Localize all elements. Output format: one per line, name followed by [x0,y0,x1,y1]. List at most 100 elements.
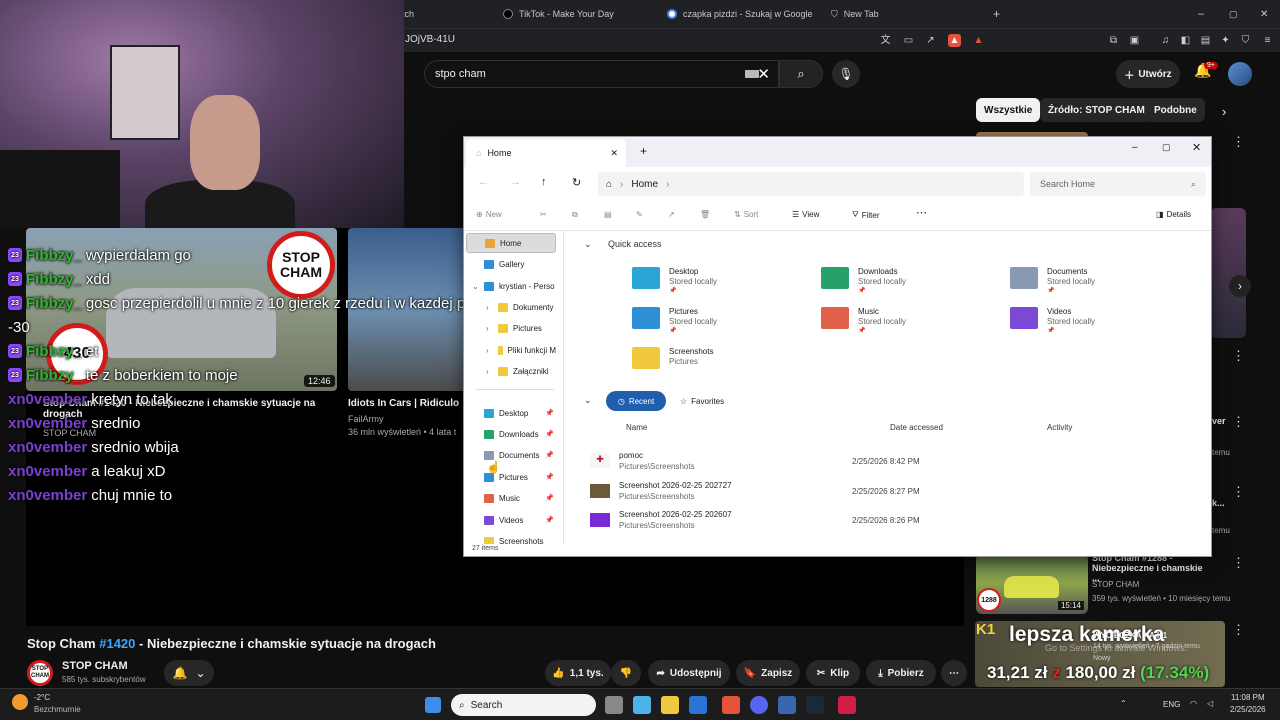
sidebar-item[interactable]: Home [466,233,556,253]
title-hashtag[interactable]: #1420 [99,636,135,651]
close-icon[interactable]: ✕ [1192,141,1201,154]
channel-name[interactable]: STOP CHAM [62,660,128,672]
brave-shield-icon[interactable]: ▲ [948,34,961,47]
chip-source[interactable]: Źródło: STOP CHAM [1040,98,1153,122]
chat-username[interactable]: Fibbzy_ [26,247,82,264]
channel-logo[interactable]: STOP CHAM [27,660,53,686]
screenshot-icon[interactable]: ▣ [1128,34,1141,47]
file-row[interactable]: Screenshot 2026-02-25 202727 Pictures\Scr… [590,479,1180,505]
url-text[interactable]: JOjVB-41U [405,34,455,45]
related-channel[interactable]: STOP CHAM [1092,580,1232,589]
file-row[interactable]: ✚ pomoc Pictures\Screenshots 2/25/2026 8:42… [590,449,1180,475]
music-icon[interactable]: ♫ [1159,34,1172,47]
related-thumbnail[interactable]: 1288 15:14 [976,554,1088,614]
rename-icon[interactable]: ✎ [636,210,643,219]
new-tab-button[interactable]: + [993,4,1000,24]
video-channel[interactable]: FailArmy [348,414,384,424]
quick-access-item[interactable]: Documents Stored locally 📌 [1010,267,1190,297]
forward-icon[interactable]: → [510,176,521,188]
column-activity[interactable]: Activity [1047,423,1072,432]
chat-username[interactable]: Fibbzy_ [26,343,82,360]
chat-username[interactable]: xn0vember [8,439,87,456]
wifi-icon[interactable]: ◠ [1190,699,1197,708]
chat-username[interactable]: xn0vember [8,415,87,432]
up-icon[interactable]: ↑ [541,176,547,188]
new-tab-icon[interactable]: + [640,144,647,158]
minimize-icon[interactable]: – [1198,4,1204,24]
video-title[interactable]: Idiots In Cars | Ridiculo [348,398,459,409]
carousel-next-button[interactable]: › [1229,275,1251,297]
related-title[interactable]: WYCIECZKA NA K1 [1093,631,1167,640]
menu-icon[interactable]: ≡ [1261,34,1274,47]
save-button[interactable]: 🔖 Zapisz [736,660,800,686]
search-value[interactable]: stpo cham [435,68,486,80]
more-icon[interactable]: ⋮ [1232,134,1245,150]
chat-username[interactable]: Fibbzy_ [26,295,82,312]
address-bar[interactable]: JOjVB-41U 文 ▭ ↗ ▲ ▲ ⧉ ▣ ♫ ◧ ▤ ✦ ⛉ ≡ [400,28,1280,52]
quick-access-item[interactable]: Pictures Stored locally 📌 [632,307,812,337]
favorites-tab[interactable]: ☆ Favorites [674,391,740,411]
app-icon[interactable] [778,696,796,714]
rewards-icon[interactable]: ▲ [972,34,985,47]
tab-new-tab[interactable]: ⛉ New Tab [831,4,879,24]
search-input[interactable]: stpo cham ✕ [424,60,779,88]
column-name[interactable]: Name [626,423,647,432]
voice-search-button[interactable]: 🎙 [832,60,860,88]
delete-icon[interactable]: 🗑 [700,210,710,219]
quick-access-item[interactable]: Screenshots Pictures [632,347,812,377]
chevron-up-icon[interactable]: ⌃ [1120,699,1127,708]
more-icon[interactable]: ⋮ [1232,348,1245,364]
language[interactable]: ENG [1163,700,1180,709]
minimize-icon[interactable]: – [1132,142,1138,153]
address-bar[interactable]: ⌂ › Home › [598,172,1024,196]
more-icon[interactable]: ⋯ [916,206,927,219]
weather-temp[interactable]: -2°C [34,693,50,702]
sidebar-item[interactable]: Videos 📌 [466,510,556,530]
related-thumbnail[interactable] [1210,208,1246,338]
tab-tiktok[interactable]: TikTok - Make Your Day [503,4,614,24]
explorer-tab-home[interactable]: ⌂ Home ✕ [466,139,626,167]
sidebar-item[interactable]: › Pliki funkcji M [466,340,556,360]
sidebar-item[interactable]: Documents 📌 [466,445,556,465]
sidebar-item[interactable]: Pictures 📌 [466,467,556,487]
like-button[interactable]: 👍 1,1 tys. [545,660,611,686]
tab-google[interactable]: czapka pizdzi - Szukaj w Google [667,4,813,24]
clock-time[interactable]: 11:08 PM [1231,693,1265,702]
discord-icon[interactable] [750,696,768,714]
chevron-right-icon[interactable]: › [486,324,489,333]
weather-desc[interactable]: Bezchmurnie [34,705,81,714]
file-row[interactable]: Screenshot 2026-02-25 202607 Pictures\Scr… [590,508,1180,534]
chevron-down-icon[interactable]: ⌄ [584,395,592,406]
sidebar-item[interactable]: › Załączniki [466,361,556,381]
chevron-right-icon[interactable]: › [486,346,489,355]
cut-icon[interactable]: ✂ [540,210,547,219]
steam-icon[interactable] [806,696,824,714]
volume-icon[interactable]: ◁ [1207,699,1213,708]
breadcrumb[interactable]: Home [631,179,658,190]
chip-all[interactable]: Wszystkie [976,98,1041,122]
copy-icon[interactable]: ⧉ [572,210,578,220]
quick-access-item[interactable]: Music Stored locally 📌 [821,307,1001,337]
sidebar-item[interactable]: Downloads 📌 [466,424,556,444]
search-button[interactable]: ⌕ [779,60,823,88]
chevron-right-icon[interactable]: › [486,303,489,312]
translate-icon[interactable]: 文 [879,34,892,47]
filter-button[interactable]: ⛛ Filter [852,210,880,220]
leo-icon[interactable]: ✦ [1219,34,1232,47]
vpn-icon[interactable]: ⛉ [1239,34,1252,47]
view-button[interactable]: ☰ View [792,210,819,219]
sidebar-item[interactable]: ⌄ krystian - Perso [466,276,556,296]
sort-button[interactable]: ⇅ Sort [734,210,758,219]
sidebar-icon[interactable]: ◧ [1179,34,1192,47]
recent-tab[interactable]: ◷ Recent [606,391,666,411]
more-icon[interactable]: ⋮ [1232,555,1245,571]
explorer-search-input[interactable]: Search Home ⌕ [1030,172,1206,196]
sidebar-item[interactable]: › Dokumenty [466,297,556,317]
refresh-icon[interactable]: ↻ [572,176,581,189]
close-icon[interactable]: ✕ [1260,4,1268,24]
chevron-down-icon[interactable]: ⌄ [472,282,479,291]
more-actions-button[interactable]: ⋯ [941,660,967,686]
subscribe-bell-button[interactable]: 🔔 ⌄ [164,660,214,686]
chevron-right-icon[interactable]: › [486,367,489,376]
chevron-right-icon[interactable]: › [1222,104,1226,119]
